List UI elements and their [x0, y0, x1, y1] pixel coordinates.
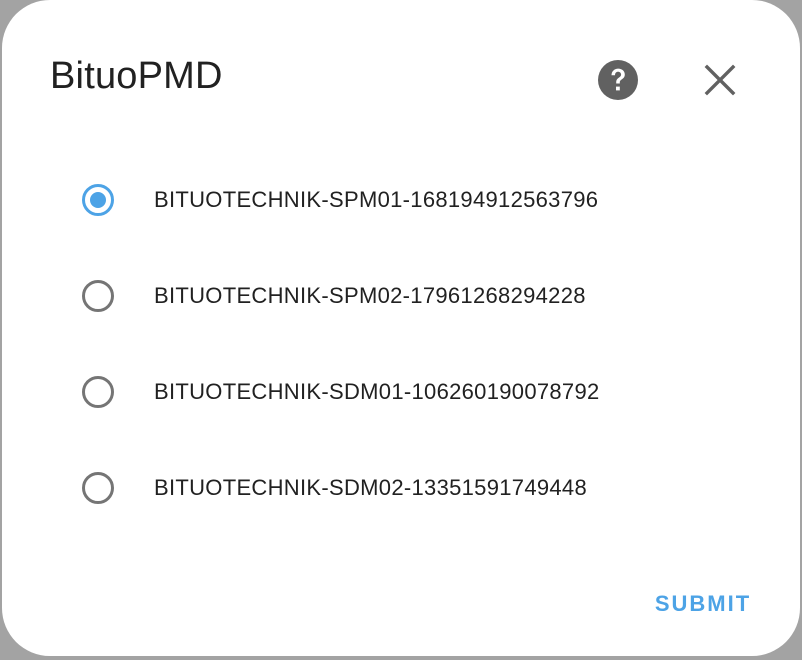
- radio-button[interactable]: [62, 164, 134, 236]
- dialog-title: BituoPMD: [50, 55, 223, 97]
- radio-unchecked-icon: [82, 472, 114, 504]
- radio-unchecked-icon: [82, 280, 114, 312]
- radio-unchecked-icon: [82, 376, 114, 408]
- radio-option-label: BITUOTECHNIK-SPM02-17961268294228: [154, 283, 586, 308]
- radio-option-label: BITUOTECHNIK-SDM02-13351591749448: [154, 475, 587, 500]
- submit-button[interactable]: SUBMIT: [638, 582, 768, 626]
- radio-option-3[interactable]: BITUOTECHNIK-SDM02-13351591749448: [62, 452, 742, 524]
- radio-option-label: BITUOTECHNIK-SDM01-106260190078792: [154, 379, 600, 404]
- close-button[interactable]: [698, 58, 742, 102]
- radio-button[interactable]: [62, 356, 134, 428]
- radio-option-0[interactable]: BITUOTECHNIK-SPM01-168194912563796: [62, 164, 742, 236]
- select-device-dialog: BituoPMD BITUOTECHNIK-SPM01-168194912563…: [2, 0, 800, 656]
- radio-option-1[interactable]: BITUOTECHNIK-SPM02-17961268294228: [62, 260, 742, 332]
- close-icon: [704, 64, 736, 96]
- help-circle-icon: [598, 60, 638, 100]
- help-button[interactable]: [596, 58, 640, 102]
- radio-option-2[interactable]: BITUOTECHNIK-SDM01-106260190078792: [62, 356, 742, 428]
- radio-button[interactable]: [62, 260, 134, 332]
- radio-checked-icon: [82, 184, 114, 216]
- radio-button[interactable]: [62, 452, 134, 524]
- radio-option-label: BITUOTECHNIK-SPM01-168194912563796: [154, 187, 599, 212]
